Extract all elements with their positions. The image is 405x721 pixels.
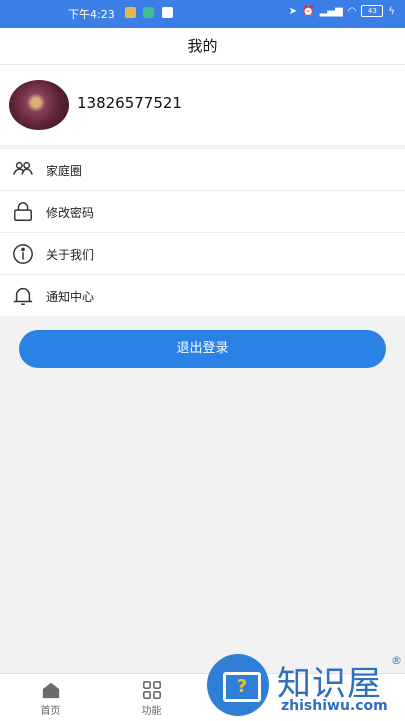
- notification-icon: [143, 7, 154, 18]
- notification-icon: [162, 7, 173, 18]
- status-indicators: ➤ ⏰ ▂▄▆ ◠ 43 ϟ: [289, 5, 395, 17]
- page-title: 我的: [0, 28, 405, 65]
- battery-icon: 43: [361, 5, 384, 17]
- lock-icon: [14, 202, 32, 221]
- question-icon: ?: [223, 672, 261, 702]
- location-icon: ➤: [288, 5, 298, 17]
- status-time: 下午4:23: [68, 8, 115, 21]
- avatar[interactable]: [9, 80, 69, 130]
- watermark-url: zhishiwu.com: [281, 698, 388, 714]
- grid-icon: [143, 681, 161, 699]
- watermark-logo-icon: ?: [207, 654, 269, 716]
- menu-item-about[interactable]: 关于我们: [0, 233, 405, 275]
- profile-card[interactable]: 13826577521: [0, 65, 405, 145]
- watermark: ? 知识屋 ® zhishiwu.com: [205, 652, 405, 720]
- menu-item-label: 修改密码: [46, 206, 95, 220]
- menu-item-label: 家庭圈: [46, 164, 83, 178]
- notification-icon: [125, 7, 136, 18]
- logout-button[interactable]: 退出登录: [19, 330, 386, 368]
- tab-label: 首页: [40, 706, 61, 717]
- menu-item-label: 通知中心: [46, 290, 95, 304]
- settings-menu: 家庭圈 修改密码 关于我们 通知中心: [0, 149, 405, 316]
- home-icon: [42, 682, 60, 699]
- signal-icon: ▂▄▆: [319, 5, 343, 17]
- menu-item-label: 关于我们: [46, 248, 95, 262]
- tab-label: 功能: [141, 706, 162, 717]
- bell-icon: [13, 287, 33, 305]
- info-icon: [13, 244, 33, 264]
- phone-number: 13826577521: [77, 94, 182, 112]
- menu-item-change-password[interactable]: 修改密码: [0, 191, 405, 233]
- menu-item-notifications[interactable]: 通知中心: [0, 275, 405, 316]
- wifi-icon: ◠: [347, 5, 357, 17]
- tab-functions[interactable]: 功能: [101, 674, 202, 721]
- family-icon: [13, 161, 33, 175]
- menu-item-family[interactable]: 家庭圈: [0, 149, 405, 191]
- tab-home[interactable]: 首页: [0, 674, 101, 721]
- status-bar: 下午4:23 ➤ ⏰ ▂▄▆ ◠ 43 ϟ: [0, 0, 405, 28]
- alarm-icon: ⏰: [302, 5, 315, 17]
- registered-mark: ®: [391, 654, 402, 667]
- charging-icon: ϟ: [388, 5, 395, 17]
